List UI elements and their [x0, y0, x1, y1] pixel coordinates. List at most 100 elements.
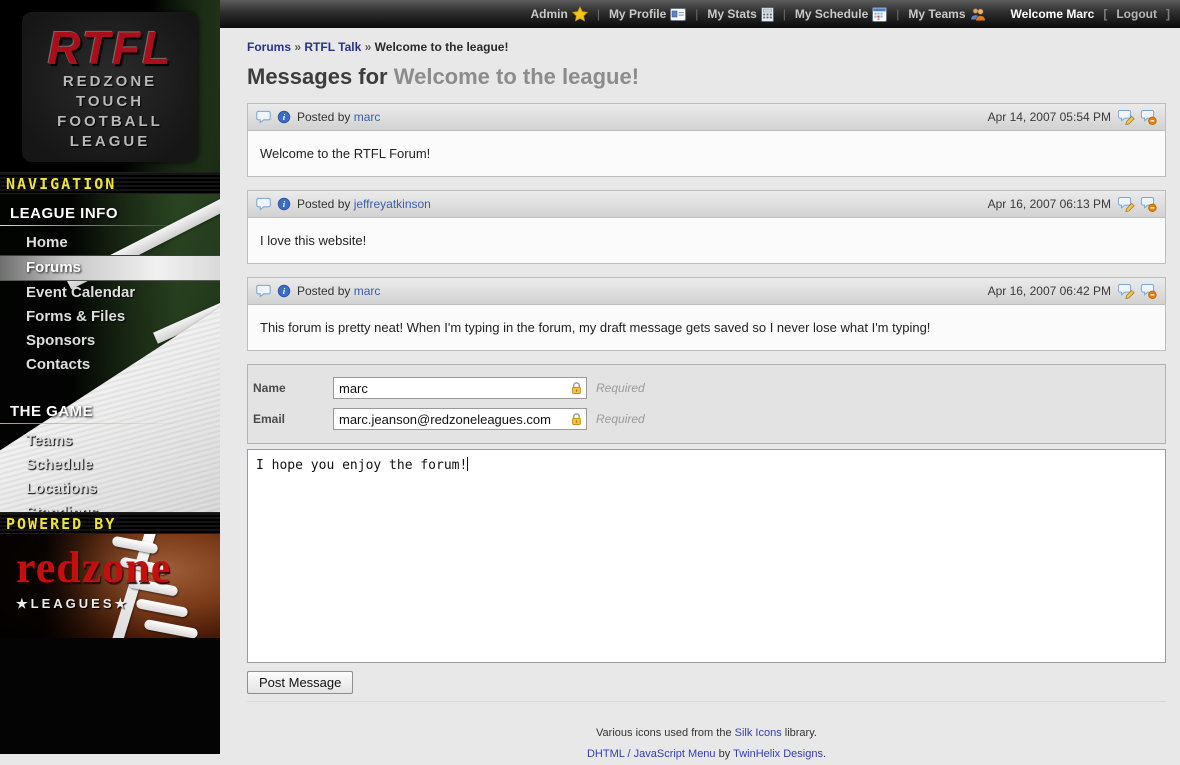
forum-message: i Posted by jeffreyatkinson Apr 16, 2007… [247, 190, 1166, 264]
logout-link[interactable]: Logout [1116, 7, 1157, 21]
comment-icon [256, 110, 271, 124]
author-link[interactable]: marc [354, 110, 381, 124]
lock-icon [570, 381, 583, 395]
sidebar: RTFL REDZONE TOUCH FOOTBALL LEAGUE NAVIG… [0, 0, 220, 754]
forum-message: i Posted by marc Apr 14, 2007 05:54 PM W… [247, 103, 1166, 177]
redzone-brand-text: redzone [16, 540, 171, 596]
text-caret [467, 457, 468, 471]
page-title: Messages for Welcome to the league! [247, 64, 1166, 90]
sidebar-footer-space [0, 638, 220, 754]
powered-by-header: POWERED BY [0, 512, 220, 534]
lock-icon [570, 412, 583, 426]
footer-credit-menu: DHTML / JavaScript Menu by TwinHelix Des… [247, 744, 1166, 765]
message-textarea[interactable]: I hope you enjoy the forum! [247, 449, 1166, 663]
league-name-line: LEAGUE [22, 132, 198, 152]
message-actions: Apr 14, 2007 05:54 PM [988, 109, 1157, 125]
topbar-link-my-profile[interactable]: My Profile [609, 7, 686, 21]
posted-by-label: Posted by marc [297, 110, 380, 124]
sidebar-item-home[interactable]: Home [0, 231, 220, 255]
league-acronym: RTFL [22, 12, 198, 72]
required-hint: Required [596, 381, 645, 395]
breadcrumb-link-rtfl-talk[interactable]: RTFL Talk [304, 40, 361, 54]
topbar-link-my-teams[interactable]: My Teams [908, 6, 985, 22]
message-date: Apr 14, 2007 05:54 PM [988, 110, 1111, 124]
section-divider [0, 225, 220, 226]
info-icon[interactable]: i [277, 284, 291, 298]
nav-section-league-info: LEAGUE INFO Home Forums Event Calendar F… [0, 194, 220, 377]
calculator-icon [761, 7, 774, 22]
email-row: Email Required [253, 408, 1160, 430]
email-label: Email [253, 412, 333, 426]
page-title-topic: Welcome to the league! [394, 64, 639, 89]
sidebar-item-teams[interactable]: Teams [0, 429, 220, 453]
league-logo-area: RTFL REDZONE TOUCH FOOTBALL LEAGUE [0, 0, 220, 172]
content: Forums » RTFL Talk » Welcome to the leag… [220, 28, 1180, 765]
comment-delete-icon[interactable] [1140, 109, 1157, 125]
forum-message: i Posted by marc Apr 16, 2007 06:42 PM T… [247, 277, 1166, 351]
message-date: Apr 16, 2007 06:13 PM [988, 197, 1111, 211]
silk-icons-link[interactable]: Silk Icons [735, 727, 782, 739]
topbar: Admin | My Profile | My Stats | My Sched… [220, 0, 1180, 28]
topbar-link-admin[interactable]: Admin [530, 6, 587, 22]
sidebar-item-event-calendar[interactable]: Event Calendar [0, 281, 220, 305]
post-message-button[interactable]: Post Message [247, 671, 353, 694]
topbar-link-my-schedule[interactable]: My Schedule [795, 7, 887, 22]
league-name-line: FOOTBALL [22, 112, 198, 132]
breadcrumb-separator: » [294, 40, 301, 54]
sidebar-item-schedule[interactable]: Schedule [0, 453, 220, 477]
league-logo: RTFL REDZONE TOUCH FOOTBALL LEAGUE [22, 12, 198, 162]
powered-by-logo-area: redzone ★LEAGUES★ [0, 534, 220, 638]
sidebar-item-locations[interactable]: Locations [0, 477, 220, 501]
topbar-separator: | [783, 7, 786, 21]
message-date: Apr 16, 2007 06:42 PM [988, 284, 1111, 298]
comment-delete-icon[interactable] [1140, 196, 1157, 212]
nav-section-the-game: THE GAME Teams Schedule Locations Standi… [0, 392, 220, 512]
dhtml-menu-link[interactable]: DHTML / JavaScript Menu [587, 748, 716, 760]
breadcrumb-link-forums[interactable]: Forums [247, 40, 291, 54]
footer-credit-icons: Various icons used from the Silk Icons l… [247, 723, 1166, 744]
message-actions: Apr 16, 2007 06:13 PM [988, 196, 1157, 212]
comment-icon [256, 197, 271, 211]
name-input[interactable] [333, 377, 587, 399]
author-link[interactable]: jeffreyatkinson [354, 197, 431, 211]
email-input-wrap [333, 408, 587, 430]
welcome-user-label: Welcome Marc [1011, 7, 1095, 21]
comment-edit-icon[interactable] [1118, 283, 1135, 299]
star-icon [572, 6, 588, 22]
topbar-separator: | [896, 7, 899, 21]
twinhelix-link[interactable]: TwinHelix Designs [733, 748, 823, 760]
comment-edit-icon[interactable] [1118, 109, 1135, 125]
page-footer: Various icons used from the Silk Icons l… [247, 723, 1166, 765]
info-icon[interactable]: i [277, 197, 291, 211]
content-bottom-divider [247, 701, 1166, 702]
redzone-leagues-logo[interactable]: redzone ★LEAGUES★ [16, 540, 171, 612]
sidebar-nav: LEAGUE INFO Home Forums Event Calendar F… [0, 194, 220, 512]
author-link[interactable]: marc [354, 284, 381, 298]
topbar-link-my-stats[interactable]: My Stats [707, 7, 773, 22]
sidebar-item-forums[interactable]: Forums [0, 255, 220, 281]
league-name-line: REDZONE [22, 72, 198, 92]
sidebar-item-standings[interactable]: Standings [0, 501, 220, 512]
email-input[interactable] [333, 408, 587, 430]
nav-section-title: LEAGUE INFO [0, 194, 220, 225]
info-icon[interactable]: i [277, 110, 291, 124]
name-label: Name [253, 381, 333, 395]
comment-edit-icon[interactable] [1118, 196, 1135, 212]
sidebar-item-contacts[interactable]: Contacts [0, 353, 220, 377]
comment-delete-icon[interactable] [1140, 283, 1157, 299]
section-divider [0, 423, 220, 424]
message-body: I love this website! [248, 218, 1165, 263]
nav-section-title: THE GAME [0, 392, 220, 423]
calendar-icon [872, 7, 887, 22]
group-icon [970, 6, 986, 22]
sidebar-item-sponsors[interactable]: Sponsors [0, 329, 220, 353]
posted-by-label: Posted by marc [297, 284, 380, 298]
redzone-leagues-text: ★LEAGUES★ [16, 596, 171, 612]
sidebar-item-forms-files[interactable]: Forms & Files [0, 305, 220, 329]
breadcrumb-current: Welcome to the league! [375, 40, 509, 54]
logout-bracket: [ [1103, 7, 1107, 21]
reply-form-panel: Name Required Email Required [247, 364, 1166, 444]
vcard-icon [670, 8, 686, 21]
message-header: i Posted by jeffreyatkinson Apr 16, 2007… [248, 191, 1165, 218]
league-name-line: TOUCH [22, 92, 198, 112]
